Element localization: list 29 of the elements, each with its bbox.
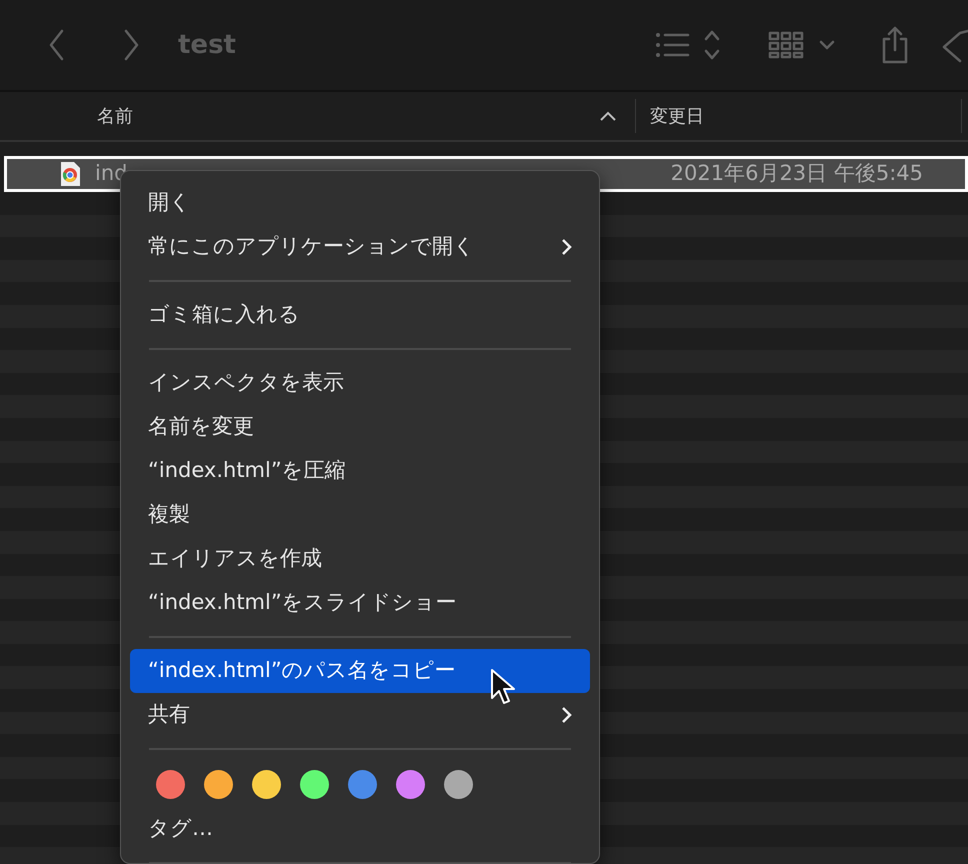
tag-color-dot[interactable] [444,770,473,798]
menu-item[interactable]: 複製 [130,493,590,537]
menu-item[interactable]: “index.html”を圧縮 [130,449,590,493]
menu-item[interactable]: “index.html”をスライドショー [130,581,590,625]
menu-item[interactable]: 開く [130,181,590,225]
tag-color-dot[interactable] [300,770,329,798]
window-title: test [178,28,236,62]
column-title: 名前 [97,104,133,128]
menu-item[interactable]: エイリアスを作成 [130,537,590,581]
column-header[interactable]: 変更日 [636,99,962,133]
share-icon[interactable] [880,25,910,65]
tag-color-dot[interactable] [396,770,425,798]
menu-item[interactable]: 名前を変更 [130,405,590,449]
cursor-icon [490,668,516,706]
sort-ascending-icon[interactable] [599,110,617,122]
menu-item[interactable]: タグ… [130,807,590,851]
tag-color-dot[interactable] [156,770,185,798]
column-header[interactable]: 名前 [0,99,636,133]
tag-color-dot[interactable] [252,770,281,798]
menu-item[interactable]: インスペクタを表示 [130,361,590,405]
tag-color-dot[interactable] [348,770,377,798]
menu-item[interactable]: 常にこのアプリケーションで開く [130,225,590,269]
file-icon [59,161,81,187]
menu-item[interactable]: 共有 [130,693,590,737]
column-title: 変更日 [650,104,704,128]
menu-item[interactable]: ゴミ箱に入れる [130,293,590,337]
tag-color-dot[interactable] [204,770,233,798]
modified-date: 2021年6月23日 午後5:45 [670,160,923,188]
menu-item[interactable]: “index.html”のパス名をコピー [130,649,590,693]
